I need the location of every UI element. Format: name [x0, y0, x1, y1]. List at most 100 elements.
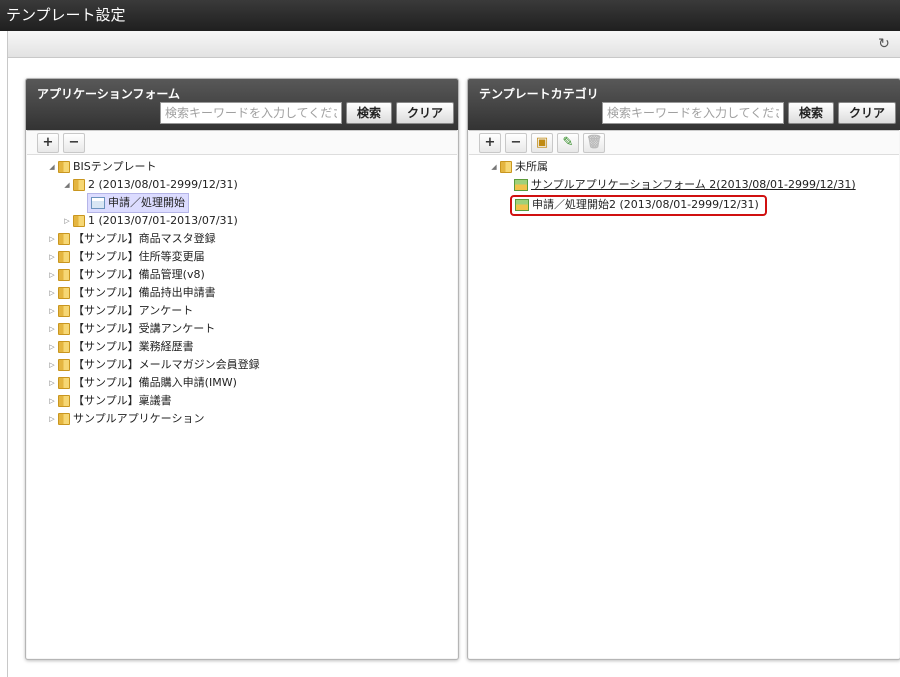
main-content: アプリケーションフォーム 検索 クリア + − ◢ BISテンプレート ◢ — [7, 58, 900, 677]
expanded-arrow-icon[interactable]: ◢ — [489, 158, 499, 176]
folder-icon — [500, 161, 512, 173]
tree-node[interactable]: ▷ 【サンプル】備品購入申請(IMW) — [27, 374, 457, 392]
add-category-icon[interactable]: ▣ — [531, 132, 553, 153]
collapsed-arrow-icon[interactable]: ▷ — [47, 230, 57, 248]
template-icon — [515, 199, 529, 211]
folder-icon — [73, 179, 85, 191]
folder-icon — [58, 413, 70, 425]
collapsed-arrow-icon[interactable]: ▷ — [47, 284, 57, 302]
collapsed-arrow-icon[interactable]: ▷ — [47, 356, 57, 374]
folder-icon — [58, 323, 70, 335]
collapsed-arrow-icon[interactable]: ▷ — [47, 392, 57, 410]
tree-node-root[interactable]: ◢ BISテンプレート — [27, 158, 457, 176]
expand-all-icon[interactable]: + — [479, 132, 501, 153]
tree-node-label: 未所属 — [515, 160, 548, 173]
window-title: テンプレート設定 — [0, 0, 900, 31]
tree-node-label: サンプルアプリケーション — [73, 412, 205, 425]
folder-icon — [58, 161, 70, 173]
clear-button[interactable]: クリア — [837, 102, 896, 124]
tree-node-label: 【サンプル】メールマガジン会員登録 — [73, 358, 260, 371]
panel-header: テンプレートカテゴリ 検索 クリア — [468, 79, 900, 130]
folder-icon — [58, 305, 70, 317]
search-row: 検索 クリア — [601, 101, 896, 125]
tree-node[interactable]: ▷ 【サンプル】備品管理(v8) — [27, 266, 457, 284]
tree-node[interactable]: ▷ 【サンプル】メールマガジン会員登録 — [27, 356, 457, 374]
tree-node-label: 申請／処理開始2 (2013/08/01-2999/12/31) — [532, 198, 759, 211]
tree-node[interactable]: ▷ 【サンプル】受講アンケート — [27, 320, 457, 338]
tree-node-label: BISテンプレート — [73, 160, 157, 173]
tree-node-label: 【サンプル】アンケート — [73, 304, 194, 317]
template-category-panel: テンプレートカテゴリ 検索 クリア + − ▣ ✎ 🗑 ◢ 未所属 — [467, 78, 900, 660]
tree-node-label: 【サンプル】備品持出申請書 — [73, 286, 216, 299]
folder-icon — [58, 359, 70, 371]
tree-area: + − ▣ ✎ 🗑 ◢ 未所属 サンプルアプリケーションフォーム 2(2013/… — [469, 130, 899, 658]
tree-node-label: サンプルアプリケーションフォーム 2(2013/08/01-2999/12/31… — [531, 178, 856, 191]
collapsed-arrow-icon[interactable]: ▷ — [47, 302, 57, 320]
template-icon — [514, 179, 528, 191]
tree-node-version2[interactable]: ◢ 2 (2013/08/01-2999/12/31) — [27, 176, 457, 194]
top-toolbar: ↻ — [7, 31, 900, 58]
category-tree: ◢ 未所属 サンプルアプリケーションフォーム 2(2013/08/01-2999… — [469, 155, 899, 216]
folder-icon — [58, 395, 70, 407]
folder-icon — [58, 287, 70, 299]
panel-title: テンプレートカテゴリ — [479, 87, 599, 101]
collapsed-arrow-icon[interactable]: ▷ — [47, 374, 57, 392]
tree-node-root[interactable]: ◢ 未所属 — [469, 158, 899, 176]
folder-icon — [58, 251, 70, 263]
search-input[interactable] — [159, 102, 342, 124]
tree-node-template[interactable]: サンプルアプリケーションフォーム 2(2013/08/01-2999/12/31… — [469, 176, 899, 194]
search-input[interactable] — [601, 102, 784, 124]
tree-node[interactable]: ▷ 【サンプル】アンケート — [27, 302, 457, 320]
panel-header: アプリケーションフォーム 検索 クリア — [26, 79, 458, 130]
edit-pencil-icon[interactable]: ✎ — [557, 132, 579, 153]
refresh-icon[interactable]: ↻ — [876, 36, 892, 52]
tree-node[interactable]: ▷ サンプルアプリケーション — [27, 410, 457, 428]
tree-node-label: 申請／処理開始 — [108, 196, 185, 209]
collapse-all-icon[interactable]: − — [63, 132, 85, 153]
selected-form-item[interactable]: 申請／処理開始 — [87, 193, 189, 213]
tree-node-label: 2 (2013/08/01-2999/12/31) — [88, 178, 238, 191]
panel-title: アプリケーションフォーム — [37, 87, 181, 101]
tree-node[interactable]: ▷ 【サンプル】備品持出申請書 — [27, 284, 457, 302]
folder-icon — [58, 341, 70, 353]
folder-icon — [58, 269, 70, 281]
tree-node-version1[interactable]: ▷ 1 (2013/07/01-2013/07/31) — [27, 212, 457, 230]
tree-node[interactable]: ▷ 【サンプル】稟議書 — [27, 392, 457, 410]
tree-toolbar: + − — [27, 131, 457, 155]
highlighted-template-item[interactable]: 申請／処理開始2 (2013/08/01-2999/12/31) — [510, 194, 767, 216]
expanded-arrow-icon[interactable]: ◢ — [62, 176, 72, 194]
tree-node-label: 【サンプル】業務経歴書 — [73, 340, 194, 353]
collapsed-arrow-icon[interactable]: ▷ — [47, 320, 57, 338]
tree-node-form-selected[interactable]: 申請／処理開始 — [27, 193, 457, 213]
tree-node-template-highlighted[interactable]: 申請／処理開始2 (2013/08/01-2999/12/31) — [469, 194, 899, 216]
collapsed-arrow-icon[interactable]: ▷ — [47, 248, 57, 266]
folder-icon — [73, 215, 85, 227]
tree-node-label: 【サンプル】住所等変更届 — [73, 250, 205, 263]
expanded-arrow-icon[interactable]: ◢ — [47, 158, 57, 176]
tree-area: + − ◢ BISテンプレート ◢ 2 (2013/08/01-2999/12/… — [27, 130, 457, 658]
tree-node-label: 【サンプル】商品マスタ登録 — [73, 232, 216, 245]
tree-node-label: 【サンプル】備品管理(v8) — [73, 268, 205, 281]
tree-node[interactable]: ▷ 【サンプル】住所等変更届 — [27, 248, 457, 266]
tree-node-label: 【サンプル】備品購入申請(IMW) — [73, 376, 237, 389]
search-button[interactable]: 検索 — [787, 102, 834, 124]
collapsed-arrow-icon[interactable]: ▷ — [47, 410, 57, 428]
folder-icon — [58, 377, 70, 389]
clear-button[interactable]: クリア — [395, 102, 454, 124]
search-row: 検索 クリア — [159, 101, 454, 125]
search-button[interactable]: 検索 — [345, 102, 392, 124]
tree-node-label: 1 (2013/07/01-2013/07/31) — [88, 214, 238, 227]
collapsed-arrow-icon[interactable]: ▷ — [47, 338, 57, 356]
collapsed-arrow-icon[interactable]: ▷ — [47, 266, 57, 284]
trash-icon[interactable]: 🗑 — [583, 132, 605, 153]
tree-node-label: 【サンプル】稟議書 — [73, 394, 172, 407]
tree-toolbar: + − ▣ ✎ 🗑 — [469, 131, 899, 155]
collapsed-arrow-icon[interactable]: ▷ — [62, 212, 72, 230]
folder-icon — [58, 233, 70, 245]
tree-node[interactable]: ▷ 【サンプル】業務経歴書 — [27, 338, 457, 356]
expand-all-icon[interactable]: + — [37, 132, 59, 153]
tree-node-label: 【サンプル】受講アンケート — [73, 322, 216, 335]
application-form-panel: アプリケーションフォーム 検索 クリア + − ◢ BISテンプレート ◢ — [25, 78, 459, 660]
tree-node[interactable]: ▷ 【サンプル】商品マスタ登録 — [27, 230, 457, 248]
collapse-all-icon[interactable]: − — [505, 132, 527, 153]
